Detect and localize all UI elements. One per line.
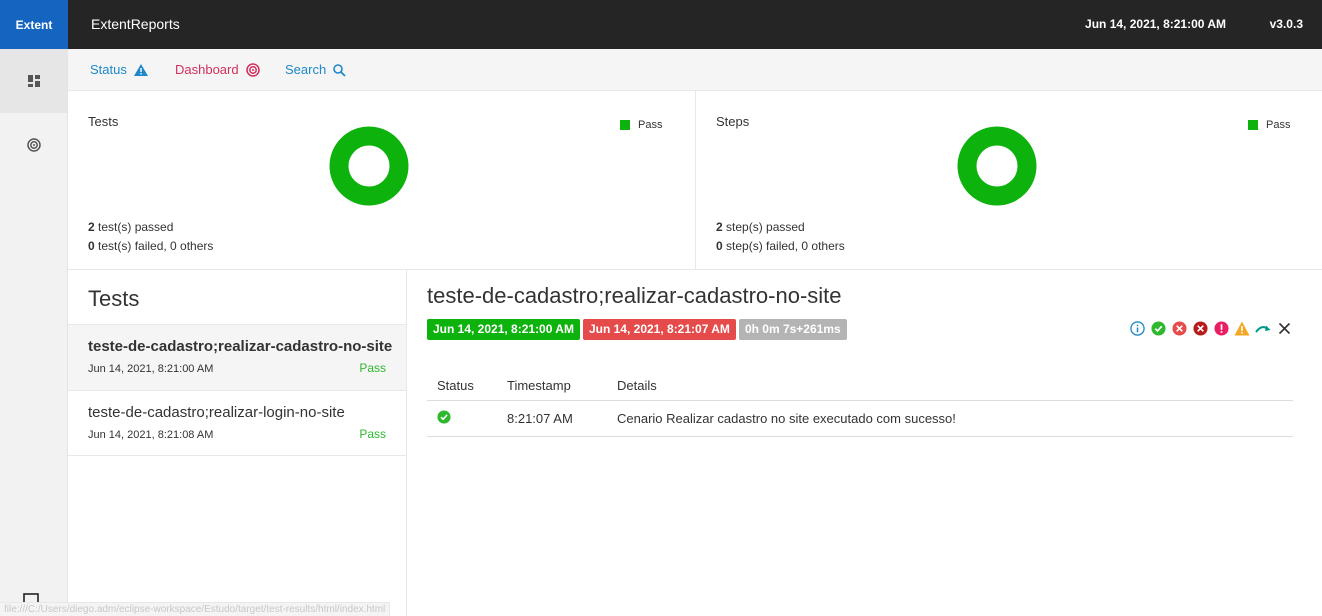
panel-title: Steps xyxy=(716,114,750,129)
search-link-label: Search xyxy=(285,62,327,77)
passed-count: 2 xyxy=(716,220,723,234)
donut-pass-ring xyxy=(957,126,1037,206)
column-header-details: Details xyxy=(607,372,1293,401)
legend-label: Pass xyxy=(638,119,663,131)
column-header-status: Status xyxy=(427,372,497,401)
nav-test-view[interactable] xyxy=(0,49,67,113)
tests-summary-panel: Tests Pass 2 test(s) passed 0 test(s) fa… xyxy=(68,91,696,270)
end-time-badge: Jun 14, 2021, 8:21:07 AM xyxy=(582,319,736,340)
chart-legend: Pass xyxy=(1248,119,1290,131)
dashboard-grid-icon xyxy=(27,75,40,87)
sub-nav: Status Dashboard Search xyxy=(68,49,1322,91)
pass-check-icon xyxy=(437,409,451,424)
test-list-title: Tests xyxy=(88,286,140,311)
test-status: Pass xyxy=(359,427,386,441)
test-detail-title: teste-de-cadastro;realizar-cadastro-no-s… xyxy=(427,283,842,308)
failed-text: step(s) failed, 0 others xyxy=(722,239,845,253)
browser-status-url: file:///C:/Users/diego.adm/eclipse-works… xyxy=(0,602,391,616)
duration-badge: 0h 0m 7s+261ms xyxy=(738,319,847,340)
pass-icon[interactable] xyxy=(1150,320,1166,336)
target-icon xyxy=(245,63,260,77)
skip-icon[interactable] xyxy=(1255,320,1271,336)
test-time: Jun 14, 2021, 8:21:00 AM xyxy=(88,363,214,375)
test-list-item[interactable]: teste-de-cadastro;realizar-cadastro-no-s… xyxy=(68,324,406,390)
test-name: teste-de-cadastro;realizar-cadastro-no-s… xyxy=(88,338,393,355)
passed-text: test(s) passed xyxy=(94,220,174,234)
failed-count: 0 xyxy=(88,239,95,253)
target-icon xyxy=(26,138,41,152)
search-link[interactable]: Search xyxy=(285,49,346,91)
test-detail: teste-de-cadastro;realizar-cadastro-no-s… xyxy=(407,270,1322,616)
steps-passed-stat: 2 step(s) passed xyxy=(716,220,805,234)
error-icon[interactable] xyxy=(1213,320,1229,336)
dashboard-link-label: Dashboard xyxy=(175,62,239,77)
brand-logo[interactable]: Extent xyxy=(0,0,68,49)
clear-filter-icon[interactable] xyxy=(1276,320,1292,336)
version-label: v3.0.3 xyxy=(1269,17,1303,31)
top-bar: Extent ExtentReports Jun 14, 2021, 8:21:… xyxy=(0,0,1322,49)
tests-passed-stat: 2 test(s) passed xyxy=(88,220,173,234)
passed-count: 2 xyxy=(88,220,95,234)
steps-summary-panel: Steps Pass 2 step(s) passed 0 step(s) fa… xyxy=(696,91,1322,270)
status-filter-link[interactable]: Status xyxy=(90,49,148,91)
test-list: Tests teste-de-cadastro;realizar-cadastr… xyxy=(68,270,407,616)
legend-swatch xyxy=(620,120,630,130)
chart-legend: Pass xyxy=(620,119,662,131)
steps-failed-stat: 0 step(s) failed, 0 others xyxy=(716,239,845,253)
legend-label: Pass xyxy=(1266,119,1291,131)
log-table: Status Timestamp Details 8:21:07 AM Cena… xyxy=(427,372,1293,437)
start-time-badge: Jun 14, 2021, 8:21:00 AM xyxy=(427,319,580,340)
time-badges: Jun 14, 2021, 8:21:00 AM Jun 14, 2021, 8… xyxy=(427,319,847,340)
panel-title: Tests xyxy=(88,114,119,129)
legend-swatch xyxy=(1248,120,1258,130)
passed-text: step(s) passed xyxy=(722,220,805,234)
search-icon xyxy=(333,63,346,77)
nav-dashboard-view[interactable] xyxy=(0,113,67,177)
log-timestamp-cell: 8:21:07 AM xyxy=(497,400,607,437)
status-link-label: Status xyxy=(90,62,127,77)
info-icon[interactable] xyxy=(1129,320,1145,336)
table-row: 8:21:07 AM Cenario Realizar cadastro no … xyxy=(427,400,1293,437)
dashboard-link[interactable]: Dashboard xyxy=(175,49,260,91)
test-time: Jun 14, 2021, 8:21:08 AM xyxy=(88,429,214,441)
warning-icon[interactable] xyxy=(1234,320,1250,336)
side-nav xyxy=(0,49,68,616)
tests-donut-chart xyxy=(329,126,409,206)
fail-icon[interactable] xyxy=(1171,320,1187,336)
log-status-filters xyxy=(1129,320,1292,336)
report-name: ExtentReports xyxy=(91,16,180,32)
failed-count: 0 xyxy=(716,239,723,253)
warning-triangle-icon xyxy=(133,64,148,76)
test-status: Pass xyxy=(359,361,386,375)
test-list-item[interactable]: teste-de-cadastro;realizar-login-no-site… xyxy=(68,390,406,456)
log-table-header: Status Timestamp Details xyxy=(427,372,1293,401)
failed-text: test(s) failed, 0 others xyxy=(94,239,214,253)
column-header-timestamp: Timestamp xyxy=(497,372,607,401)
steps-donut-chart xyxy=(957,126,1037,206)
log-details-cell: Cenario Realizar cadastro no site execut… xyxy=(607,400,1293,437)
test-name: teste-de-cadastro;realizar-login-no-site xyxy=(88,404,345,421)
fatal-icon[interactable] xyxy=(1192,320,1208,336)
donut-pass-ring xyxy=(329,126,409,206)
report-date: Jun 14, 2021, 8:21:00 AM xyxy=(1085,17,1226,31)
tests-failed-stat: 0 test(s) failed, 0 others xyxy=(88,239,213,253)
log-status-cell xyxy=(427,400,497,437)
